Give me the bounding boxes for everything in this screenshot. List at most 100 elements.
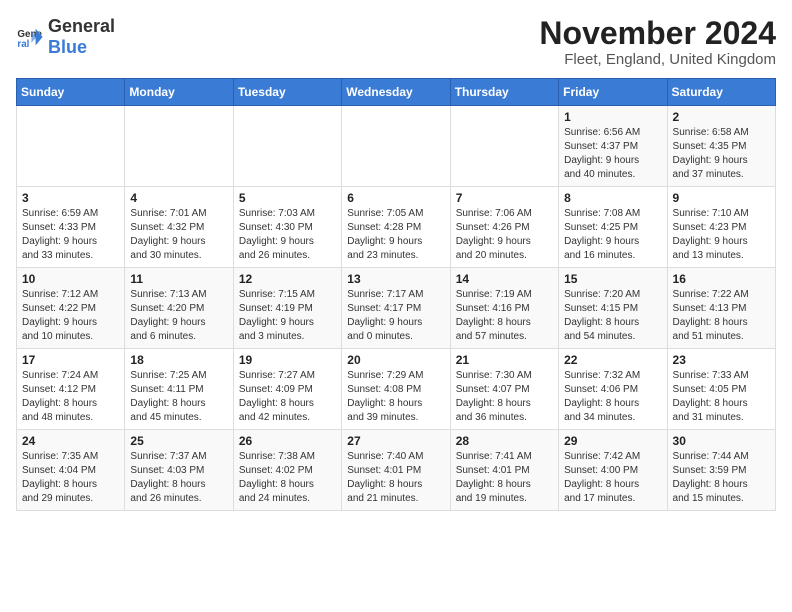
calendar-cell: 18 Sunrise: 7:25 AM Sunset: 4:11 PM Dayli… [125,349,233,430]
day-info: Sunrise: 7:01 AM Sunset: 4:32 PM Dayligh… [130,207,227,263]
calendar-header: SundayMondayTuesdayWednesdayThursdayFrid… [17,79,776,106]
calendar-week-5: 24 Sunrise: 7:35 AM Sunset: 4:04 PM Dayli… [17,430,776,511]
day-number: 29 [564,434,661,448]
logo: Gene ral General Blue [16,16,115,58]
svg-text:ral: ral [17,39,29,50]
weekday-header-friday: Friday [559,79,667,106]
day-info: Sunrise: 6:59 AM Sunset: 4:33 PM Dayligh… [22,207,119,263]
calendar-cell: 6 Sunrise: 7:05 AM Sunset: 4:28 PM Daylig… [342,187,450,268]
calendar-cell: 25Sunrise: 7:37 AM Sunset: 4:03 PM Dayli… [125,430,233,511]
day-number: 21 [456,353,553,367]
day-number: 11 [130,272,227,286]
day-info: Sunrise: 7:03 AM Sunset: 4:30 PM Dayligh… [239,207,336,263]
day-info: Sunrise: 7:29 AM Sunset: 4:08 PM Dayligh… [347,369,444,425]
calendar-week-1: 1 Sunrise: 6:56 AM Sunset: 4:37 PM Daylig… [17,106,776,187]
day-number: 17 [22,353,119,367]
day-info: Sunrise: 7:35 AM Sunset: 4:04 PM Dayligh… [22,450,119,506]
day-info: Sunrise: 7:25 AM Sunset: 4:11 PM Dayligh… [130,369,227,425]
calendar-cell: 22 Sunrise: 7:32 AM Sunset: 4:06 PM Dayli… [559,349,667,430]
day-number: 27 [347,434,444,448]
day-info: Sunrise: 7:05 AM Sunset: 4:28 PM Dayligh… [347,207,444,263]
calendar-cell: 8Sunrise: 7:08 AM Sunset: 4:25 PM Daylig… [559,187,667,268]
calendar-cell: 13Sunrise: 7:17 AM Sunset: 4:17 PM Dayli… [342,268,450,349]
calendar-cell [233,106,341,187]
calendar-cell: 27Sunrise: 7:40 AM Sunset: 4:01 PM Dayli… [342,430,450,511]
day-number: 5 [239,191,336,205]
weekday-header-wednesday: Wednesday [342,79,450,106]
day-info: Sunrise: 7:42 AM Sunset: 4:00 PM Dayligh… [564,450,661,506]
calendar-cell: 19 Sunrise: 7:27 AM Sunset: 4:09 PM Dayli… [233,349,341,430]
calendar-cell: 2Sunrise: 6:58 AM Sunset: 4:35 PM Daylig… [667,106,775,187]
day-number: 19 [239,353,336,367]
calendar-cell: 10 Sunrise: 7:12 AM Sunset: 4:22 PM Dayli… [17,268,125,349]
day-info: Sunrise: 7:24 AM Sunset: 4:12 PM Dayligh… [22,369,119,425]
day-number: 20 [347,353,444,367]
logo-icon: Gene ral [16,23,44,51]
day-info: Sunrise: 7:08 AM Sunset: 4:25 PM Dayligh… [564,207,661,263]
calendar-cell: 12Sunrise: 7:15 AM Sunset: 4:19 PM Dayli… [233,268,341,349]
weekday-header-row: SundayMondayTuesdayWednesdayThursdayFrid… [17,79,776,106]
day-info: Sunrise: 7:44 AM Sunset: 3:59 PM Dayligh… [673,450,770,506]
calendar-week-4: 17 Sunrise: 7:24 AM Sunset: 4:12 PM Dayli… [17,349,776,430]
day-info: Sunrise: 7:32 AM Sunset: 4:06 PM Dayligh… [564,369,661,425]
calendar-cell: 3 Sunrise: 6:59 AM Sunset: 4:33 PM Daylig… [17,187,125,268]
calendar-cell [17,106,125,187]
calendar-cell: 24 Sunrise: 7:35 AM Sunset: 4:04 PM Dayli… [17,430,125,511]
day-info: Sunrise: 6:56 AM Sunset: 4:37 PM Dayligh… [564,126,661,182]
day-number: 9 [673,191,770,205]
calendar-cell: 14Sunrise: 7:19 AM Sunset: 4:16 PM Dayli… [450,268,558,349]
logo-text-line2: Blue [48,37,115,58]
calendar-cell: 11 Sunrise: 7:13 AM Sunset: 4:20 PM Dayli… [125,268,233,349]
day-number: 18 [130,353,227,367]
title-area: November 2024 Fleet, England, United Kin… [539,16,776,68]
page-subtitle: Fleet, England, United Kingdom [539,51,776,68]
day-number: 25 [130,434,227,448]
calendar-cell: 23 Sunrise: 7:33 AM Sunset: 4:05 PM Dayli… [667,349,775,430]
calendar-cell: 16Sunrise: 7:22 AM Sunset: 4:13 PM Dayli… [667,268,775,349]
calendar-week-2: 3 Sunrise: 6:59 AM Sunset: 4:33 PM Daylig… [17,187,776,268]
logo-general: General [48,16,115,36]
day-info: Sunrise: 7:13 AM Sunset: 4:20 PM Dayligh… [130,288,227,344]
day-info: Sunrise: 7:33 AM Sunset: 4:05 PM Dayligh… [673,369,770,425]
calendar-cell: 7Sunrise: 7:06 AM Sunset: 4:26 PM Daylig… [450,187,558,268]
calendar-cell: 1 Sunrise: 6:56 AM Sunset: 4:37 PM Daylig… [559,106,667,187]
day-number: 12 [239,272,336,286]
day-info: Sunrise: 7:27 AM Sunset: 4:09 PM Dayligh… [239,369,336,425]
calendar-cell [450,106,558,187]
calendar-body: 1 Sunrise: 6:56 AM Sunset: 4:37 PM Daylig… [17,106,776,511]
calendar-cell: 17 Sunrise: 7:24 AM Sunset: 4:12 PM Dayli… [17,349,125,430]
day-number: 3 [22,191,119,205]
calendar-cell [125,106,233,187]
calendar-week-3: 10 Sunrise: 7:12 AM Sunset: 4:22 PM Dayli… [17,268,776,349]
calendar-cell: 20 Sunrise: 7:29 AM Sunset: 4:08 PM Dayli… [342,349,450,430]
calendar-cell: 29 Sunrise: 7:42 AM Sunset: 4:00 PM Dayli… [559,430,667,511]
page-title: November 2024 [539,16,776,51]
day-info: Sunrise: 7:22 AM Sunset: 4:13 PM Dayligh… [673,288,770,344]
day-number: 28 [456,434,553,448]
day-info: Sunrise: 7:19 AM Sunset: 4:16 PM Dayligh… [456,288,553,344]
day-info: Sunrise: 7:12 AM Sunset: 4:22 PM Dayligh… [22,288,119,344]
day-info: Sunrise: 7:38 AM Sunset: 4:02 PM Dayligh… [239,450,336,506]
day-info: Sunrise: 7:41 AM Sunset: 4:01 PM Dayligh… [456,450,553,506]
day-number: 22 [564,353,661,367]
calendar-cell: 21Sunrise: 7:30 AM Sunset: 4:07 PM Dayli… [450,349,558,430]
weekday-header-thursday: Thursday [450,79,558,106]
day-number: 10 [22,272,119,286]
day-info: Sunrise: 7:20 AM Sunset: 4:15 PM Dayligh… [564,288,661,344]
calendar-cell: 5 Sunrise: 7:03 AM Sunset: 4:30 PM Daylig… [233,187,341,268]
calendar-cell: 30Sunrise: 7:44 AM Sunset: 3:59 PM Dayli… [667,430,775,511]
day-number: 7 [456,191,553,205]
day-number: 2 [673,110,770,124]
logo-text-line1: General [48,16,115,37]
day-number: 24 [22,434,119,448]
calendar-cell: 28 Sunrise: 7:41 AM Sunset: 4:01 PM Dayli… [450,430,558,511]
calendar-cell: 26Sunrise: 7:38 AM Sunset: 4:02 PM Dayli… [233,430,341,511]
day-number: 23 [673,353,770,367]
day-number: 15 [564,272,661,286]
calendar-cell: 4Sunrise: 7:01 AM Sunset: 4:32 PM Daylig… [125,187,233,268]
weekday-header-monday: Monday [125,79,233,106]
logo-blue: Blue [48,37,87,57]
page-header: Gene ral General Blue November 2024 Flee… [16,16,776,68]
day-number: 6 [347,191,444,205]
day-number: 1 [564,110,661,124]
